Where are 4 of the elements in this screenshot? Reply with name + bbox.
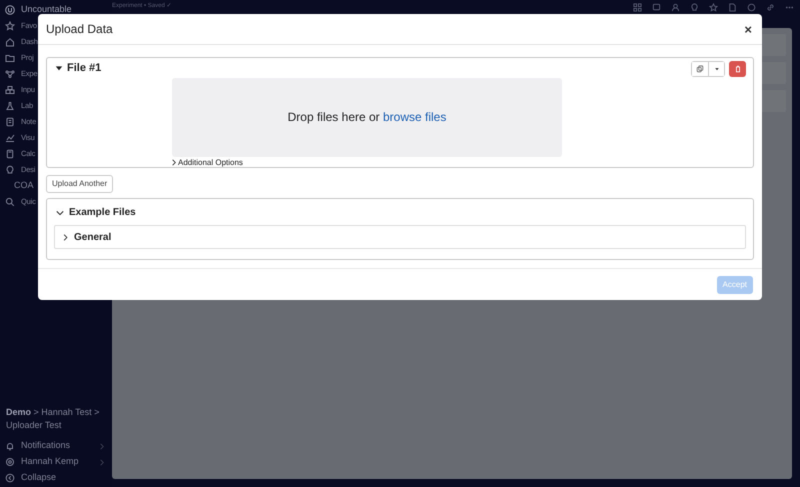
drop-text: Drop files here or browse files [288,109,446,126]
breadcrumb: Demo > Hannah Test > Uploader Test [5,406,100,432]
dialog-title: Upload Data [46,21,113,38]
file-title: File #1 [67,61,102,76]
